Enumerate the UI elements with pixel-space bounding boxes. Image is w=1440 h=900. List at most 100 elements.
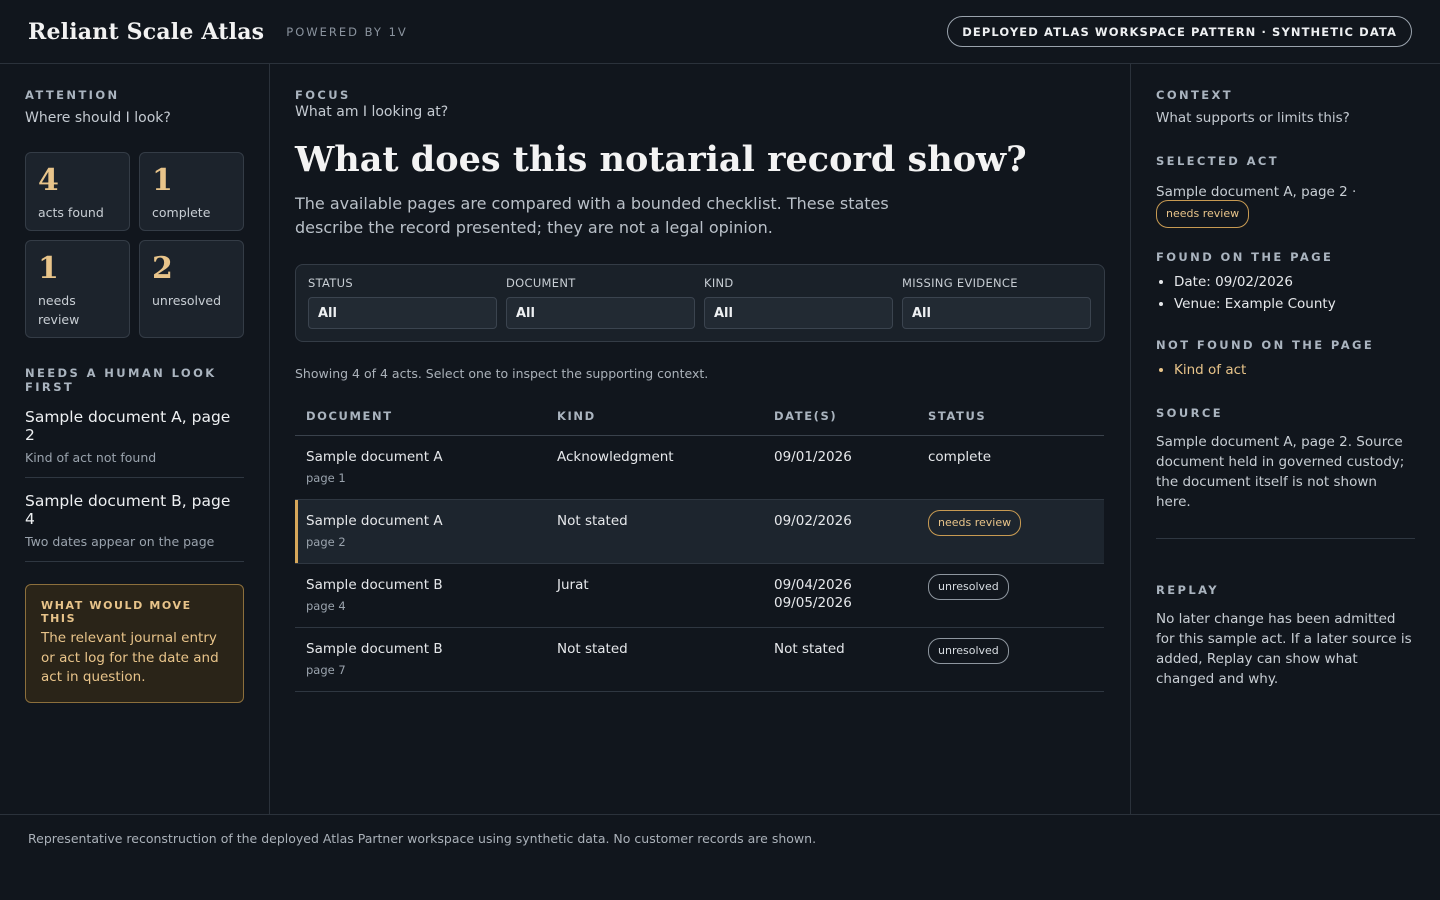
focus-question: What am I looking at? — [295, 104, 449, 120]
document-page: page 2 — [306, 535, 346, 549]
not-found-item: Kind of act — [1174, 362, 1415, 378]
replay-body: No later change has been admitted for th… — [1156, 611, 1412, 687]
column-header-status: STATUS — [917, 401, 1104, 436]
filter-label: MISSING EVIDENCE — [902, 276, 1018, 290]
stat-label: complete — [152, 205, 211, 220]
stat-value: 1 — [38, 251, 59, 286]
status-select[interactable]: All — [308, 297, 497, 329]
table-header-row: DOCUMENT KIND DATE(S) STATUS — [295, 401, 1104, 436]
document-name: Sample document A — [306, 449, 443, 465]
filter-status: STATUS All — [308, 276, 497, 330]
cell-dates: Not stated — [763, 627, 917, 692]
found-section: FOUND ON THE PAGE Date: 09/02/2026 Venue… — [1156, 250, 1415, 312]
kind-select[interactable]: All — [704, 297, 893, 329]
column-header-kind: KIND — [546, 401, 763, 436]
context-eyebrow: CONTEXT — [1156, 88, 1234, 102]
filter-bar: STATUS All DOCUMENT All KIND All MISSING… — [295, 264, 1105, 342]
filter-label: DOCUMENT — [506, 276, 576, 290]
cell-document: Sample document B page 4 — [295, 563, 546, 628]
stat-value: 2 — [152, 251, 173, 286]
cell-status: unresolved — [917, 563, 1104, 628]
stats-grid: 4 acts found 1 complete 1 needs review 2… — [25, 152, 244, 338]
stat-unresolved[interactable]: 2 unresolved — [139, 240, 244, 338]
stat-value: 1 — [152, 163, 173, 198]
human-look-item-title: Sample document A, page 2 — [25, 408, 231, 444]
human-look-item[interactable]: Sample document B, page 4 Two dates appe… — [25, 478, 244, 562]
selected-act-text: Sample document A, page 2 · — [1156, 184, 1357, 200]
status-badge: needs review — [928, 510, 1022, 536]
acts-table: DOCUMENT KIND DATE(S) STATUS Sample docu… — [295, 401, 1104, 692]
human-look-item-reason: Kind of act not found — [25, 450, 157, 465]
column-header-dates: DATE(S) — [763, 401, 917, 436]
source-section: SOURCE Sample document A, page 2. Source… — [1156, 406, 1415, 512]
date-value: 09/02/2026 — [774, 513, 852, 529]
source-title: SOURCE — [1156, 406, 1223, 420]
cell-kind: Not stated — [546, 499, 763, 564]
filter-label: KIND — [704, 276, 734, 290]
table-row[interactable]: Sample document A page 1 Acknowledgment … — [295, 435, 1104, 500]
date-value: 09/05/2026 — [774, 595, 852, 611]
attention-question: Where should I look? — [25, 110, 171, 126]
document-page: page 4 — [306, 599, 346, 613]
not-found-list: Kind of act — [1156, 362, 1415, 378]
cell-status: unresolved — [917, 627, 1104, 692]
status-text: complete — [928, 449, 992, 465]
missing-evidence-select[interactable]: All — [902, 297, 1091, 329]
cell-kind: Not stated — [546, 627, 763, 692]
source-body: Sample document A, page 2. Source docume… — [1156, 434, 1405, 510]
brand-title: Reliant Scale Atlas — [28, 18, 265, 45]
powered-by: POWERED BY 1V — [286, 24, 408, 39]
filter-kind: KIND All — [704, 276, 893, 330]
document-select[interactable]: All — [506, 297, 695, 329]
date-value: Not stated — [774, 641, 845, 657]
document-name: Sample document A — [306, 513, 443, 529]
table-row[interactable]: Sample document B page 7 Not stated Not … — [295, 627, 1104, 692]
stat-needs-review[interactable]: 1 needs review — [25, 240, 130, 338]
stat-label: needs review — [38, 293, 80, 327]
human-look-item[interactable]: Sample document A, page 2 Kind of act no… — [25, 394, 244, 478]
selected-act-badge: needs review — [1156, 200, 1250, 228]
found-title: FOUND ON THE PAGE — [1156, 250, 1334, 264]
footer: Representative reconstruction of the dep… — [0, 814, 1440, 900]
table-row-selected[interactable]: Sample document A page 2 Not stated 09/0… — [295, 499, 1104, 564]
replay-title: REPLAY — [1156, 583, 1219, 597]
selected-act-value: Sample document A, page 2 · needs review — [1156, 182, 1415, 228]
workspace-pill: DEPLOYED ATLAS WORKSPACE PATTERN · SYNTH… — [947, 16, 1412, 47]
context-question: What supports or limits this? — [1156, 110, 1350, 126]
filter-missing-evidence: MISSING EVIDENCE All — [902, 276, 1091, 330]
document-name: Sample document B — [306, 641, 443, 657]
stat-complete[interactable]: 1 complete — [139, 152, 244, 231]
move-box-body: The relevant journal entry or act log fo… — [41, 630, 219, 685]
date-value: 09/04/2026 — [774, 577, 852, 593]
cell-kind: Jurat — [546, 563, 763, 628]
human-look-item-reason: Two dates appear on the page — [25, 534, 215, 549]
cell-dates: 09/02/2026 — [763, 499, 917, 564]
cell-kind: Acknowledgment — [546, 435, 763, 500]
attention-eyebrow: ATTENTION — [25, 88, 120, 102]
stat-value: 4 — [38, 163, 59, 198]
document-name: Sample document B — [306, 577, 443, 593]
attention-panel: ATTENTION Where should I look? 4 acts fo… — [0, 64, 270, 814]
stat-label: unresolved — [152, 293, 222, 308]
selected-act-section: SELECTED ACT Sample document A, page 2 ·… — [1156, 154, 1415, 228]
cell-status: needs review — [917, 499, 1104, 564]
stat-label: acts found — [38, 205, 104, 220]
cell-dates: 09/01/2026 — [763, 435, 917, 500]
not-found-section: NOT FOUND ON THE PAGE Kind of act — [1156, 338, 1415, 378]
what-would-move-this-box: WHAT WOULD MOVE THIS The relevant journa… — [25, 584, 244, 703]
stat-acts-found[interactable]: 4 acts found — [25, 152, 130, 231]
table-row[interactable]: Sample document B page 4 Jurat 09/04/202… — [295, 563, 1104, 628]
cell-document: Sample document A page 1 — [295, 435, 546, 500]
selected-act-title: SELECTED ACT — [1156, 154, 1279, 168]
move-box-title: WHAT WOULD MOVE THIS — [41, 599, 192, 625]
context-divider — [1156, 538, 1415, 539]
needs-human-look-title: NEEDS A HUMAN LOOK FIRST — [25, 366, 217, 394]
cell-status: complete — [917, 435, 1104, 500]
status-badge: unresolved — [928, 638, 1009, 664]
focus-eyebrow: FOCUS — [295, 88, 351, 102]
status-badge: unresolved — [928, 574, 1009, 600]
replay-section: REPLAY No later change has been admitted… — [1156, 583, 1415, 689]
page-lede: The available pages are compared with a … — [295, 194, 889, 237]
human-look-item-title: Sample document B, page 4 — [25, 492, 231, 528]
cell-document: Sample document A page 2 — [295, 499, 546, 564]
